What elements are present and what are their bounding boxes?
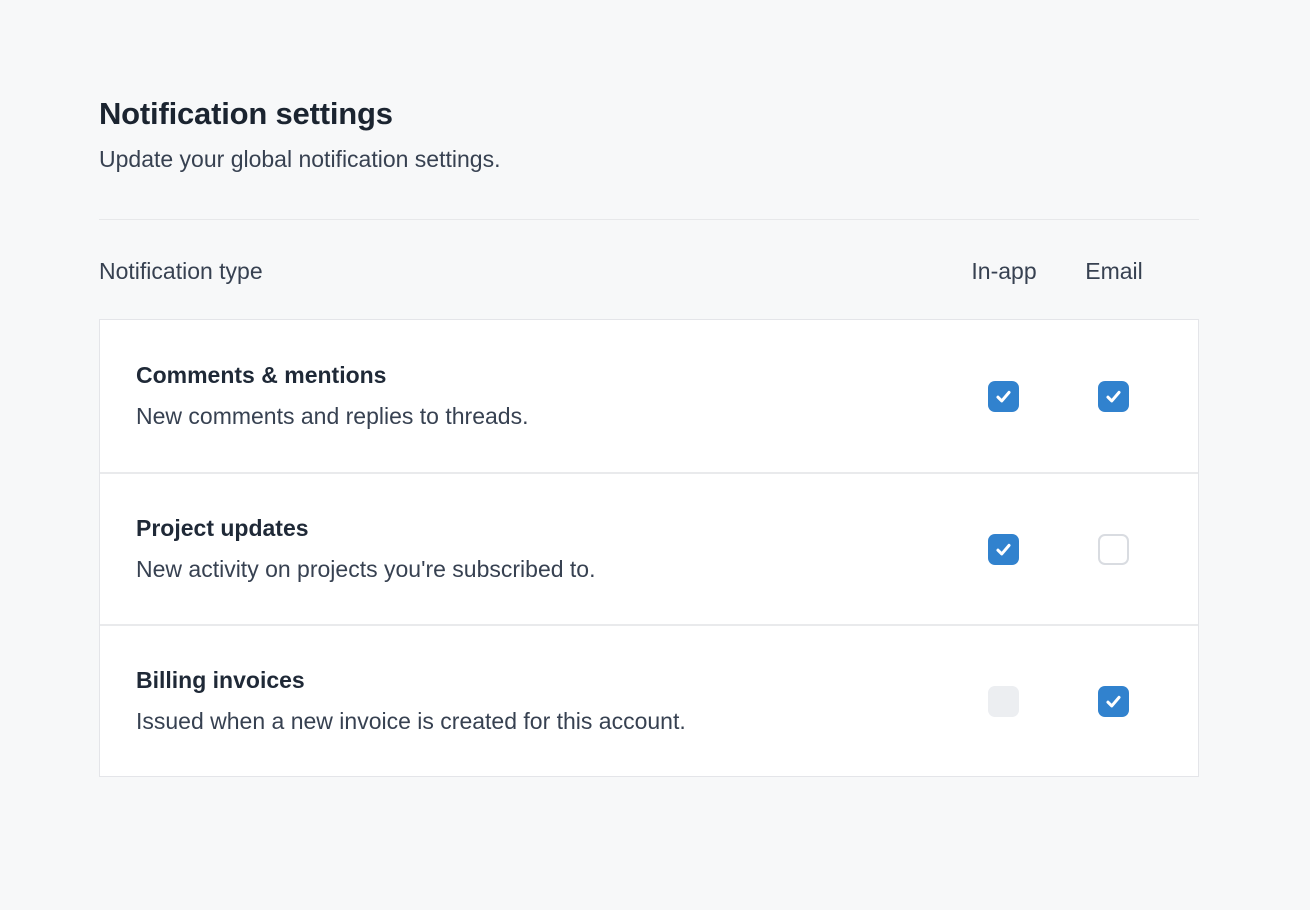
column-header-inapp: In-app: [949, 258, 1059, 285]
inapp-checkbox[interactable]: [988, 534, 1019, 565]
check-icon: [1104, 692, 1123, 711]
inapp-checkbox[interactable]: [988, 381, 1019, 412]
notification-row: Comments & mentions New comments and rep…: [100, 320, 1198, 472]
email-checkbox[interactable]: [1098, 381, 1129, 412]
notification-row-text: Comments & mentions New comments and rep…: [136, 362, 948, 430]
notification-row-title: Comments & mentions: [136, 362, 948, 390]
notification-row-text: Project updates New activity on projects…: [136, 515, 948, 583]
notification-row-description: New comments and replies to threads.: [136, 403, 948, 431]
inapp-cell: [948, 381, 1058, 412]
notification-row-title: Project updates: [136, 515, 948, 543]
page-title: Notification settings: [99, 96, 1199, 132]
notification-row: Billing invoices Issued when a new invoi…: [100, 624, 1198, 776]
check-icon: [994, 540, 1013, 559]
notification-table: Comments & mentions New comments and rep…: [99, 319, 1199, 777]
inapp-cell: [948, 686, 1058, 717]
section-divider: [99, 219, 1199, 220]
email-checkbox[interactable]: [1098, 686, 1129, 717]
column-header-notification-type: Notification type: [99, 258, 949, 285]
notification-row-description: Issued when a new invoice is created for…: [136, 708, 948, 736]
page-subtitle: Update your global notification settings…: [99, 146, 1199, 174]
check-icon: [1104, 387, 1123, 406]
notification-row-description: New activity on projects you're subscrib…: [136, 556, 948, 584]
email-cell: [1058, 381, 1168, 412]
email-checkbox[interactable]: [1098, 534, 1129, 565]
table-header: Notification type In-app Email: [99, 258, 1199, 285]
email-cell: [1058, 534, 1168, 565]
notification-row-text: Billing invoices Issued when a new invoi…: [136, 667, 948, 735]
notification-settings-page: Notification settings Update your global…: [99, 0, 1199, 777]
inapp-cell: [948, 534, 1058, 565]
inapp-checkbox: [988, 686, 1019, 717]
notification-row: Project updates New activity on projects…: [100, 472, 1198, 624]
check-icon: [994, 387, 1013, 406]
column-header-email: Email: [1059, 258, 1169, 285]
notification-row-title: Billing invoices: [136, 667, 948, 695]
email-cell: [1058, 686, 1168, 717]
